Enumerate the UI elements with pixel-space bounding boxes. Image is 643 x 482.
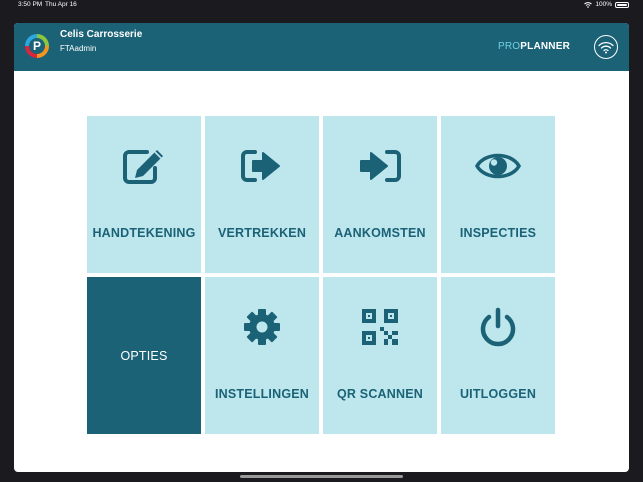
battery-icon	[615, 1, 629, 8]
wifi-icon	[598, 41, 614, 53]
power-icon	[480, 307, 516, 347]
status-right: 100%	[584, 1, 629, 8]
tile-label: INSTELLINGEN	[214, 387, 310, 401]
tile-qr-scannen[interactable]: QR SCANNEN	[323, 277, 437, 434]
tile-handtekening[interactable]: HANDTEKENING	[87, 116, 201, 273]
logo-letter: P	[29, 38, 45, 54]
tile-label: HANDTEKENING	[92, 226, 196, 240]
tile-label: UITLOGGEN	[459, 387, 537, 401]
status-time: 3:50 PM	[18, 1, 43, 8]
tile-label: VERTREKKEN	[217, 226, 307, 240]
eye-icon	[475, 153, 521, 179]
tile-aankomsten[interactable]: AANKOMSTEN	[323, 116, 437, 273]
tile-label: OPTIES	[120, 349, 168, 363]
wifi-status-icon	[584, 1, 593, 8]
tile-uitloggen[interactable]: UITLOGGEN	[441, 277, 555, 434]
gear-icon	[244, 309, 280, 345]
tile-vertrekken[interactable]: VERTREKKEN	[205, 116, 319, 273]
home-indicator[interactable]	[240, 475, 403, 478]
edit-icon	[123, 150, 163, 184]
status-bar: 3:50 PM Thu Apr 16 100%	[0, 0, 643, 11]
connection-button[interactable]	[594, 35, 618, 59]
tile-inspecties[interactable]: INSPECTIES	[441, 116, 555, 273]
tile-instellingen[interactable]: INSTELLINGEN	[205, 277, 319, 434]
app-header: P Celis Carrosserie FTAadmin PROPLANNER	[14, 23, 629, 71]
status-date: Thu Apr 16	[45, 1, 77, 8]
app-window: P Celis Carrosserie FTAadmin PROPLANNER …	[14, 23, 629, 472]
tile-label: QR SCANNEN	[336, 387, 424, 401]
tile-label: INSPECTIES	[459, 226, 537, 240]
tile-opties[interactable]: OPTIES	[87, 277, 201, 434]
tile-label: AANKOMSTEN	[334, 226, 426, 240]
user-name: FTAadmin	[60, 44, 97, 53]
company-name: Celis Carrosserie	[60, 29, 143, 40]
battery-percent: 100%	[595, 1, 612, 8]
brand-planner: PLANNER	[520, 41, 571, 52]
qr-code-icon	[362, 309, 398, 345]
sign-out-icon	[241, 150, 280, 182]
brand-pro: PRO	[498, 41, 521, 52]
brand-logo: PROPLANNER	[498, 41, 570, 52]
app-logo: P	[25, 34, 49, 58]
sign-in-icon	[360, 150, 401, 182]
